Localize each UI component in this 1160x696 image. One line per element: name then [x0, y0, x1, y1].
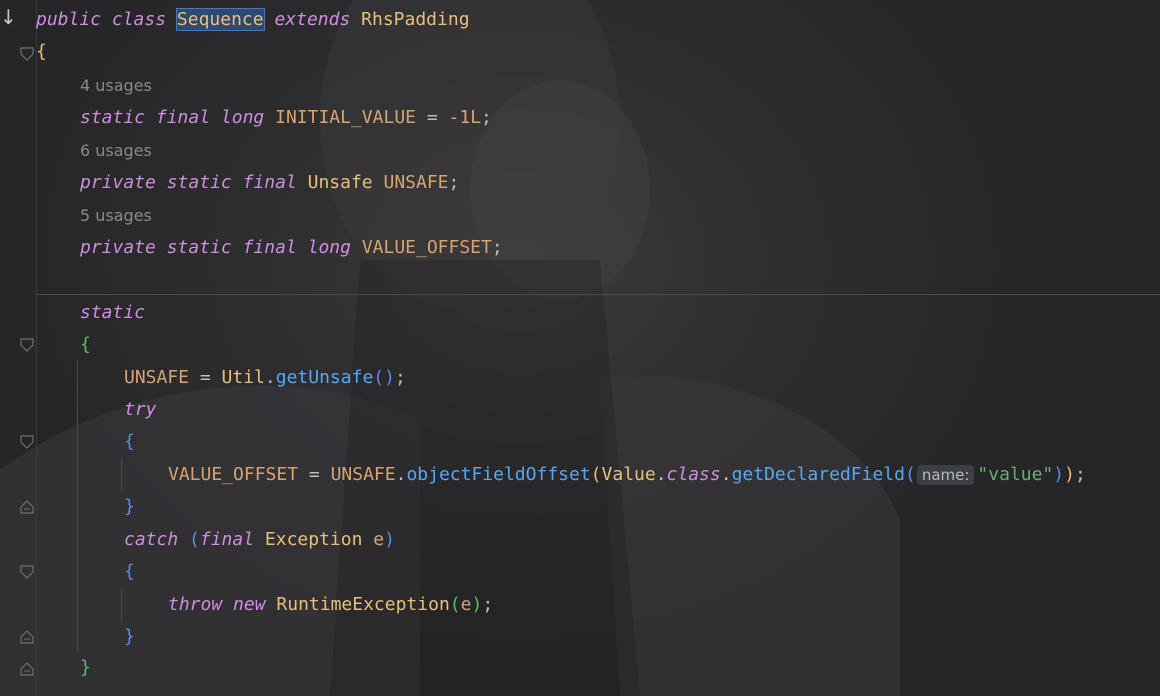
keyword: final: [199, 529, 255, 550]
paren: ): [471, 594, 483, 615]
class-declaration-line: public class Sequence extends RhsPadding: [36, 4, 470, 36]
throw-line: throw new RuntimeException(e);: [168, 589, 493, 621]
keyword: private: [80, 172, 156, 193]
brace: }: [124, 496, 135, 517]
keyword: try: [124, 399, 157, 420]
keyword: long: [220, 107, 265, 128]
brace: {: [36, 41, 47, 62]
keyword: class: [666, 464, 721, 485]
code-editor[interactable]: public class Sequence extends RhsPadding…: [0, 0, 1160, 696]
keyword: long: [307, 237, 351, 258]
keyword: static: [166, 172, 232, 193]
field-initial-value: static final long INITIAL_VALUE = -1L;: [80, 102, 492, 134]
class-name-selected[interactable]: Sequence: [175, 8, 265, 31]
field-name[interactable]: UNSAFE: [383, 172, 448, 193]
variable-name[interactable]: e: [461, 594, 472, 615]
type-name[interactable]: Exception: [265, 529, 363, 550]
parameter-hint: name:: [916, 465, 975, 485]
field-name[interactable]: UNSAFE: [331, 464, 396, 485]
assign-unsafe-line: UNSAFE = Util.getUnsafe();: [124, 362, 406, 394]
catch-line: catch (final Exception e): [124, 524, 395, 556]
brace: }: [124, 626, 135, 647]
string-literal: "value": [977, 464, 1054, 485]
static-close-brace: }: [80, 652, 91, 684]
type-name[interactable]: Unsafe: [308, 172, 373, 193]
try-keyword-line: try: [124, 394, 157, 426]
paren: ): [1064, 464, 1075, 485]
paren: ): [1053, 464, 1065, 485]
brace: }: [80, 657, 91, 678]
static-open-brace: {: [80, 329, 91, 361]
method-name[interactable]: getDeclaredField: [732, 464, 905, 485]
usages-hint[interactable]: 6 usages: [80, 139, 152, 163]
usages-hint[interactable]: 4 usages: [80, 74, 152, 98]
semicolon: ;: [1074, 464, 1086, 485]
offset-assignment-line: VALUE_OFFSET = UNSAFE.objectFieldOffset(…: [168, 459, 1086, 491]
semicolon: ;: [481, 107, 492, 128]
field-name[interactable]: INITIAL_VALUE: [275, 107, 416, 128]
brace: {: [124, 561, 135, 582]
operator: =: [298, 464, 331, 485]
paren: ): [384, 529, 395, 550]
method-name[interactable]: getUnsafe: [276, 367, 374, 388]
operator: =: [416, 107, 449, 128]
dot: .: [264, 367, 276, 388]
semicolon: ;: [448, 172, 460, 193]
field-value-offset: private static final long VALUE_OFFSET;: [80, 232, 503, 264]
try-close-brace: }: [124, 491, 135, 523]
keyword: private: [80, 237, 156, 258]
paren: (: [904, 464, 916, 485]
field-name[interactable]: VALUE_OFFSET: [362, 237, 492, 258]
keyword: final: [242, 172, 297, 193]
method-name[interactable]: objectFieldOffset: [406, 464, 590, 485]
dot: .: [720, 464, 732, 485]
keyword: extends: [274, 9, 351, 30]
keyword: final: [155, 107, 211, 128]
brace: {: [124, 431, 135, 452]
class-open-brace: {: [36, 36, 47, 68]
semicolon: ;: [482, 594, 494, 615]
brace: {: [80, 334, 91, 355]
number-literal: -1L: [448, 107, 482, 128]
parens: (): [373, 367, 395, 388]
keyword: new: [233, 594, 266, 615]
field-unsafe: private static final Unsafe UNSAFE;: [80, 167, 459, 199]
usages-hint[interactable]: 5 usages: [80, 204, 152, 228]
keyword: catch: [124, 529, 179, 550]
keyword: static: [80, 107, 146, 128]
try-open-brace: {: [124, 426, 135, 458]
paren: (: [449, 594, 461, 615]
keyword: public: [36, 9, 102, 30]
paren: (: [189, 529, 200, 550]
type-name[interactable]: RuntimeException: [276, 594, 449, 615]
dot: .: [655, 464, 667, 485]
variable-name[interactable]: e: [373, 529, 384, 550]
dot: .: [395, 464, 407, 485]
keyword: class: [111, 9, 167, 30]
keyword: static: [80, 302, 146, 323]
catch-close-brace: }: [124, 621, 135, 653]
field-name[interactable]: VALUE_OFFSET: [168, 464, 298, 485]
class-name[interactable]: Value: [602, 464, 656, 485]
keyword: static: [166, 237, 232, 258]
static-keyword-line: static: [80, 297, 145, 329]
operator: =: [189, 367, 222, 388]
semicolon: ;: [394, 367, 406, 388]
superclass-name[interactable]: RhsPadding: [361, 9, 469, 30]
semicolon: ;: [491, 237, 503, 258]
catch-open-brace: {: [124, 556, 135, 588]
keyword: final: [242, 237, 297, 258]
class-name[interactable]: Util: [222, 367, 265, 388]
keyword: throw: [168, 594, 223, 615]
field-name[interactable]: UNSAFE: [124, 367, 189, 388]
paren: (: [590, 464, 602, 485]
